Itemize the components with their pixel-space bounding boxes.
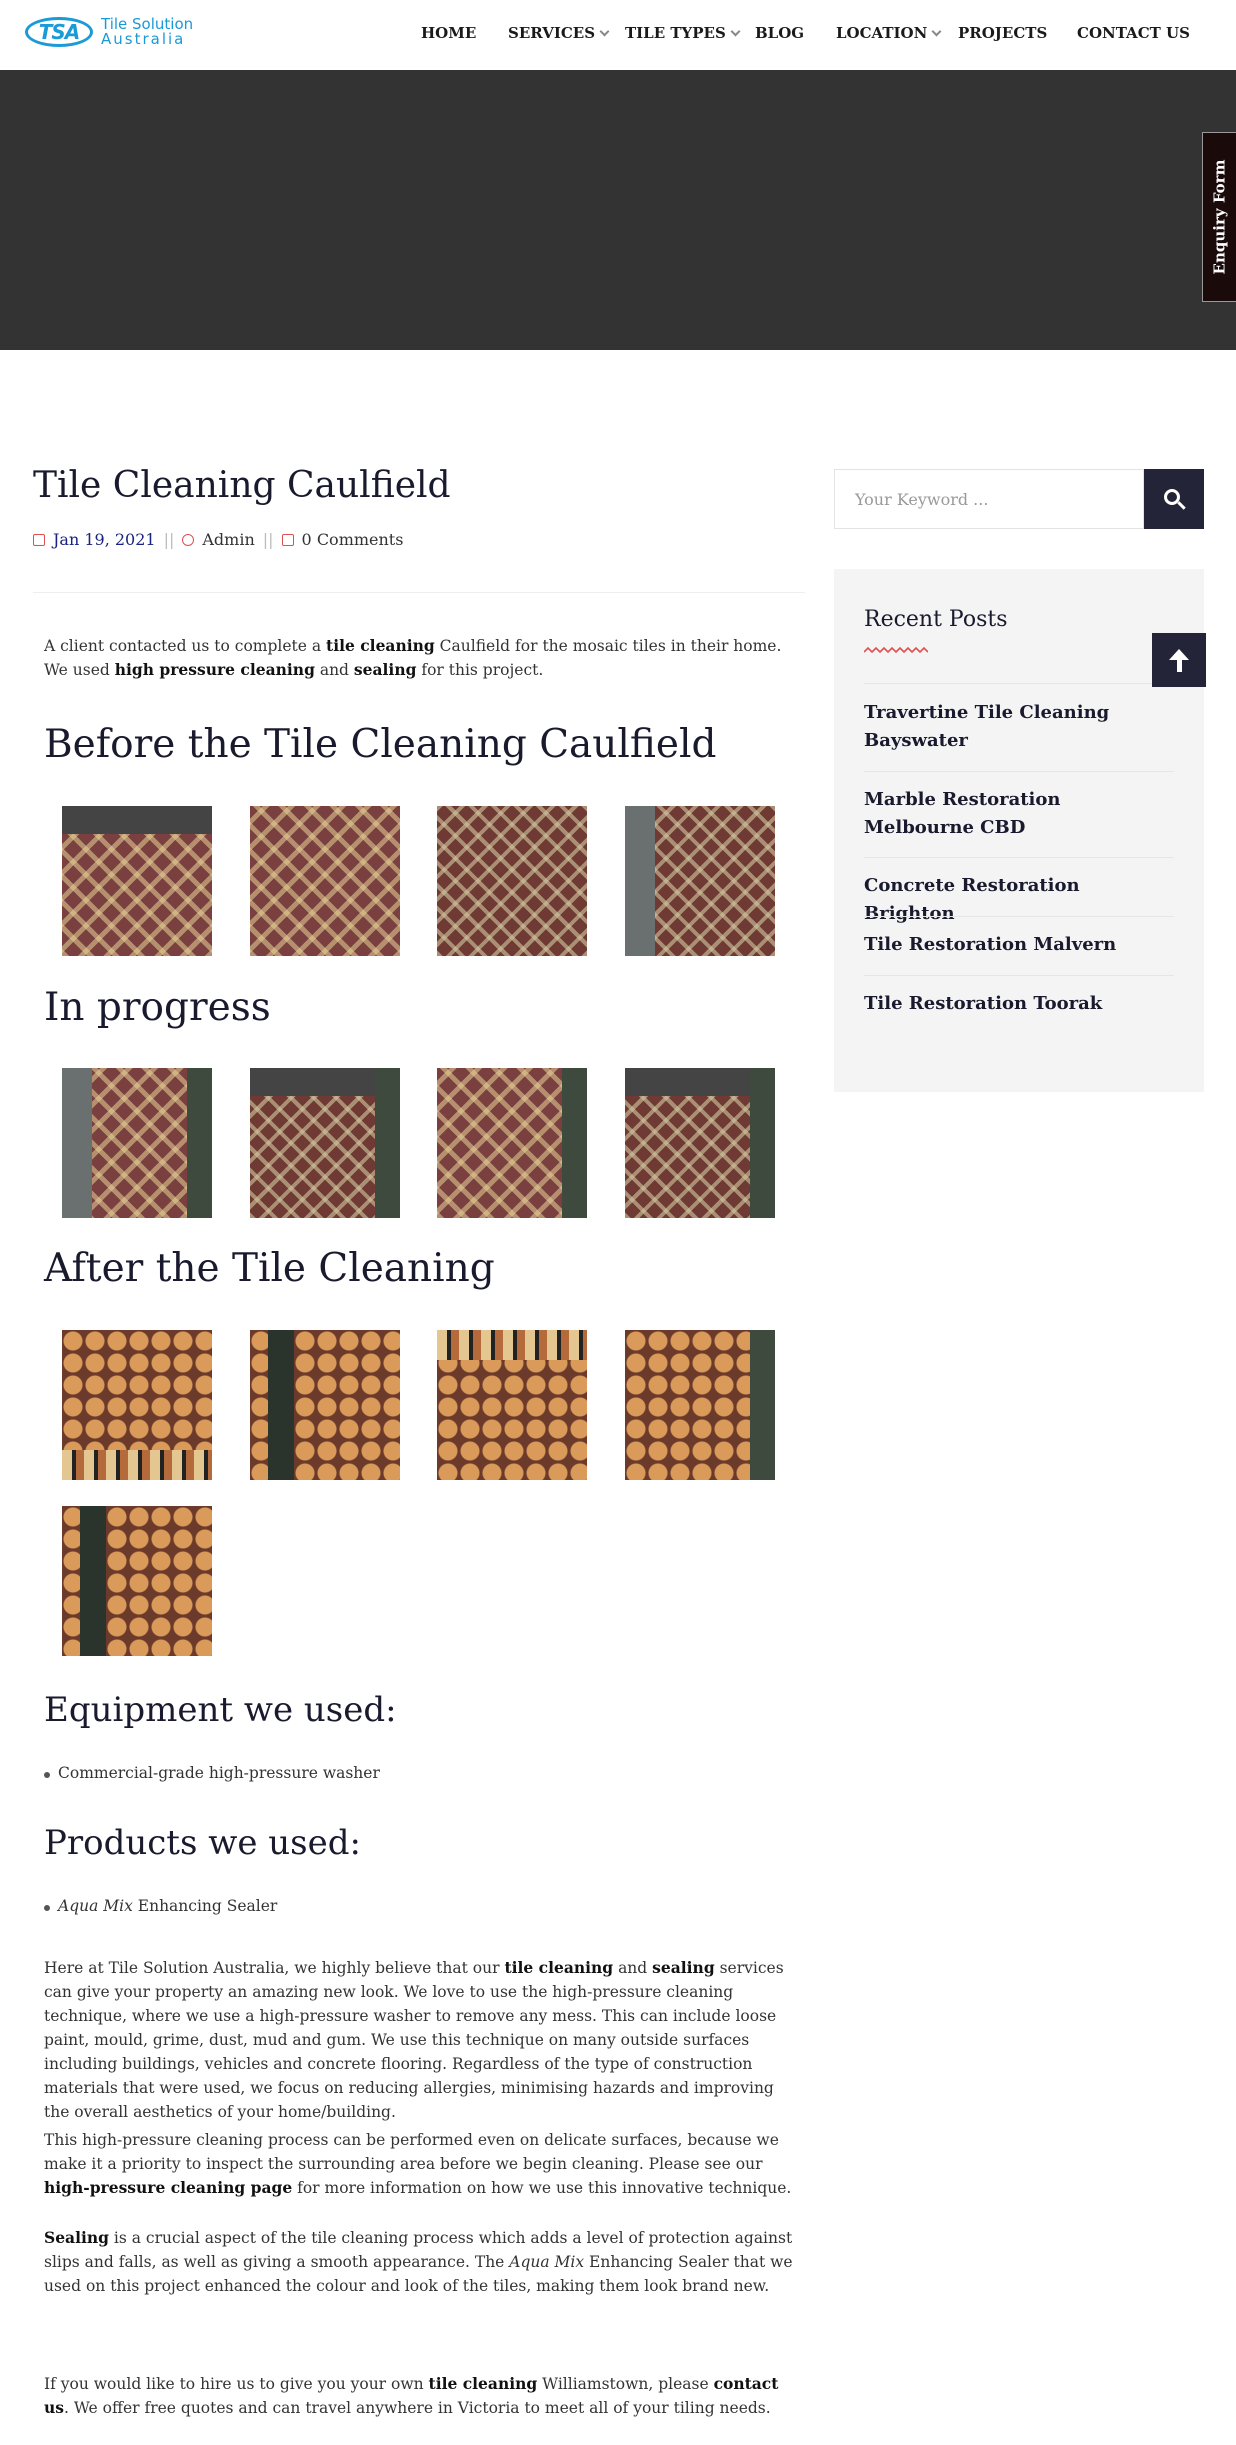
post-author[interactable]: Admin: [202, 530, 254, 549]
recent-posts-title: Recent Posts: [864, 607, 1008, 632]
heading-equipment: Equipment we used:: [44, 1690, 397, 1730]
heading-in-progress: In progress: [44, 985, 271, 1030]
after-photo-3[interactable]: [437, 1330, 587, 1480]
enquiry-form-tab[interactable]: Enquiry Form: [1202, 132, 1236, 302]
enquiry-form-label: Enquiry Form: [1210, 159, 1229, 275]
body-paragraph-2: This high-pressure cleaning process can …: [44, 2131, 792, 2197]
logo-line-2: Australia: [101, 30, 186, 48]
nav-location[interactable]: LOCATION: [836, 24, 942, 42]
nav-services[interactable]: SERVICES: [508, 24, 610, 42]
high-pressure-cleaning-link[interactable]: high-pressure cleaning page: [44, 2178, 292, 2197]
post-meta: Jan 19, 2021 || Admin || 0 Comments: [33, 530, 403, 549]
recent-post-link[interactable]: Marble Restoration Melbourne CBD: [864, 786, 1174, 842]
heading-before: Before the Tile Cleaning Caulfield: [44, 722, 717, 767]
post-date[interactable]: Jan 19, 2021: [53, 530, 156, 549]
search-placeholder: Your Keyword ...: [855, 489, 989, 509]
logo-mark: TSA: [25, 17, 93, 47]
intro-paragraph: A client contacted us to complete a tile…: [44, 636, 782, 679]
progress-photo-4[interactable]: [625, 1068, 775, 1218]
heading-products: Products we used:: [44, 1823, 361, 1863]
recent-post-link[interactable]: Travertine Tile Cleaning Bayswater: [864, 699, 1174, 755]
site-logo[interactable]: TSA Tile Solution Australia: [25, 17, 193, 47]
before-photo-2[interactable]: [250, 806, 400, 956]
recent-post-link[interactable]: Tile Restoration Toorak: [864, 990, 1174, 1018]
search-button[interactable]: [1144, 469, 1204, 529]
after-photo-1[interactable]: [62, 1330, 212, 1480]
recent-post-link[interactable]: Concrete Restoration Brighton: [864, 872, 1174, 928]
search-input[interactable]: Your Keyword ...: [834, 469, 1144, 529]
recent-posts-widget: Recent Posts Travertine Tile Cleaning Ba…: [834, 569, 1204, 1092]
nav-blog[interactable]: BLOG: [755, 24, 804, 42]
body-paragraph-4: If you would like to hire us to give you…: [44, 2374, 779, 2417]
nav-projects[interactable]: PROJECTS: [958, 24, 1047, 42]
recent-post-link[interactable]: Tile Restoration Malvern: [864, 931, 1174, 959]
nav-contact-us[interactable]: CONTACT US: [1077, 24, 1190, 42]
after-photo-2[interactable]: [250, 1330, 400, 1480]
user-icon: [182, 533, 195, 546]
zigzag-divider: [864, 646, 928, 654]
progress-photo-2[interactable]: [250, 1068, 400, 1218]
after-photo-5[interactable]: [62, 1506, 212, 1656]
list-item: Commercial-grade high-pressure washer: [44, 1764, 380, 1782]
progress-photo-1[interactable]: [62, 1068, 212, 1218]
list-item: Aqua Mix Enhancing Sealer: [43, 1897, 278, 1915]
after-photo-4[interactable]: [625, 1330, 775, 1480]
divider: [33, 592, 805, 593]
body-paragraph-3: Sealing is a crucial aspect of the tile …: [44, 2228, 793, 2295]
calendar-icon: [33, 533, 45, 546]
progress-photo-3[interactable]: [437, 1068, 587, 1218]
before-photo-3[interactable]: [437, 806, 587, 956]
chevron-down-icon: [730, 26, 741, 37]
site-header: TSA Tile Solution Australia HOME SERVICE…: [0, 0, 1236, 70]
post-comments[interactable]: 0 Comments: [302, 530, 404, 549]
scroll-to-top-button[interactable]: [1152, 633, 1206, 687]
chevron-down-icon: [599, 26, 610, 37]
post-title: Tile Cleaning Caulfield: [33, 465, 451, 506]
before-photo-1[interactable]: [62, 806, 212, 956]
before-photo-4[interactable]: [625, 806, 775, 956]
search-icon: [1164, 489, 1180, 505]
nav-home[interactable]: HOME: [421, 24, 476, 42]
heading-after: After the Tile Cleaning: [44, 1246, 495, 1291]
nav-tile-types[interactable]: TILE TYPES: [625, 24, 741, 42]
comment-icon: [281, 533, 294, 546]
body-paragraph-1: Here at Tile Solution Australia, we high…: [44, 1958, 784, 2121]
hero-banner: [0, 70, 1236, 350]
chevron-down-icon: [931, 26, 942, 37]
